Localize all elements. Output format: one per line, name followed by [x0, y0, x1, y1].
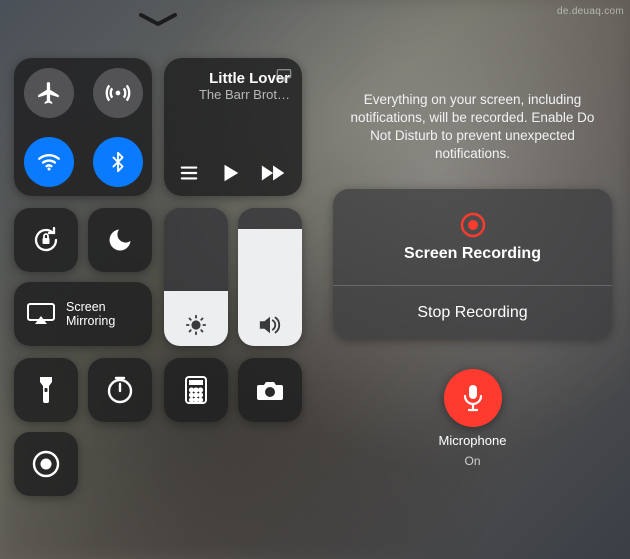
watermark-text: de.deuaq.com — [557, 6, 624, 17]
timer-tile[interactable] — [88, 358, 152, 422]
wifi-icon — [24, 137, 74, 187]
microphone-icon — [444, 369, 502, 427]
camera-tile[interactable] — [238, 358, 302, 422]
cellular-data-toggle[interactable] — [83, 58, 152, 127]
stop-recording-label: Stop Recording — [417, 304, 527, 322]
calculator-icon — [184, 375, 208, 405]
flashlight-icon — [37, 375, 55, 405]
flashlight-tile[interactable] — [14, 358, 78, 422]
screen-mirroring-label: Screen Mirroring — [66, 300, 136, 329]
stop-recording-button[interactable]: Stop Recording — [333, 285, 612, 339]
play-button[interactable] — [219, 162, 241, 184]
start-recording-button[interactable]: Screen Recording — [333, 189, 612, 285]
volume-slider[interactable] — [238, 208, 302, 346]
microphone-toggle[interactable]: Microphone On — [439, 369, 507, 468]
cellular-icon — [93, 68, 143, 118]
sun-icon — [164, 314, 228, 336]
bluetooth-icon — [93, 137, 143, 187]
microphone-label: Microphone — [439, 433, 507, 448]
recording-options-card: Screen Recording Stop Recording — [333, 189, 612, 339]
brightness-slider[interactable] — [164, 208, 228, 346]
microphone-state: On — [464, 454, 480, 468]
screenshot-pair: Little Lover The Barr Brot… — [0, 0, 630, 559]
record-ring-icon — [459, 211, 487, 239]
screen-record-tile[interactable] — [14, 432, 78, 496]
timer-icon — [105, 375, 135, 405]
queue-icon[interactable] — [178, 164, 200, 182]
screen-recording-sheet: Everything on your screen, including not… — [315, 0, 630, 559]
speaker-icon — [238, 314, 302, 336]
airplane-icon — [24, 68, 74, 118]
orientation-lock-tile[interactable] — [14, 208, 78, 272]
screen-mirroring-tile[interactable]: Screen Mirroring — [14, 282, 152, 346]
moon-icon — [106, 226, 134, 254]
recording-disclaimer: Everything on your screen, including not… — [333, 91, 612, 164]
control-center-pane: Little Lover The Barr Brot… — [0, 0, 315, 559]
connectivity-tile[interactable] — [14, 58, 152, 196]
airplane-mode-toggle[interactable] — [14, 58, 83, 127]
calculator-tile[interactable] — [164, 358, 228, 422]
skip-forward-button[interactable] — [260, 163, 288, 183]
airplay-icon[interactable] — [276, 68, 292, 82]
bluetooth-toggle[interactable] — [83, 127, 152, 196]
start-recording-label: Screen Recording — [404, 245, 541, 263]
camera-icon — [255, 378, 285, 402]
record-icon — [31, 449, 61, 479]
track-artist: The Barr Brot… — [178, 87, 290, 102]
screen-mirror-icon — [26, 302, 56, 326]
now-playing-tile[interactable]: Little Lover The Barr Brot… — [164, 58, 302, 196]
do-not-disturb-tile[interactable] — [88, 208, 152, 272]
wifi-toggle[interactable] — [14, 127, 83, 196]
dismiss-chevron[interactable] — [136, 10, 180, 30]
track-title: Little Lover — [178, 70, 290, 87]
orientation-lock-icon — [30, 224, 62, 256]
